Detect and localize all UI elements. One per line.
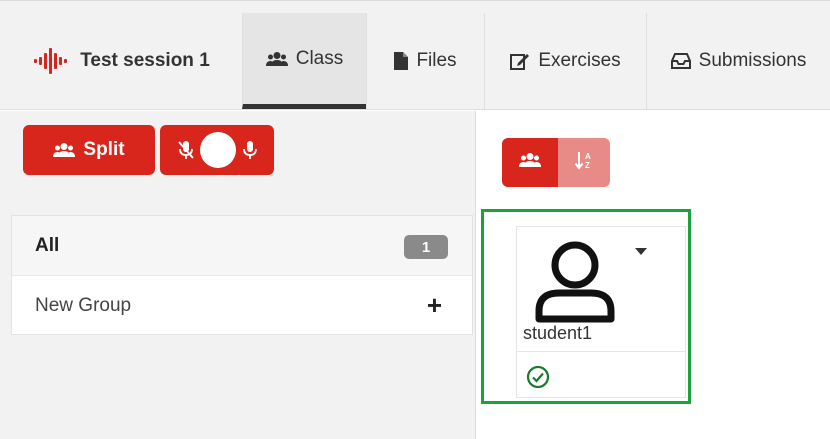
group-label: New Group: [35, 295, 132, 316]
caret-down-icon[interactable]: [635, 243, 647, 261]
users-icon: [53, 142, 76, 158]
mic-icon: [242, 140, 258, 165]
tab-exercises[interactable]: Exercises: [484, 13, 646, 109]
svg-text:Z: Z: [585, 161, 590, 170]
tab-class-label: Class: [295, 47, 344, 69]
plus-icon[interactable]: +: [427, 292, 442, 318]
edit-icon: [510, 52, 530, 70]
file-icon: [394, 52, 409, 70]
tab-submissions[interactable]: Submissions: [646, 13, 830, 109]
tab-exercises-label: Exercises: [538, 50, 621, 71]
group-row-new[interactable]: New Group +: [12, 276, 472, 336]
card-divider: [517, 351, 685, 352]
view-toggle: A Z: [502, 138, 610, 187]
tab-files[interactable]: Files: [366, 13, 484, 109]
toggle-knob[interactable]: [200, 132, 236, 168]
sort-button[interactable]: A Z: [558, 138, 610, 187]
user-avatar-icon: [529, 237, 621, 330]
group-list: All 1 New Group +: [11, 215, 473, 335]
tab-class[interactable]: Class: [242, 13, 366, 109]
count-badge: 1: [404, 235, 448, 259]
groups-panel: Split All 1 New Group +: [0, 111, 476, 439]
users-icon: [265, 51, 288, 67]
users-icon: [519, 152, 541, 173]
tab-submissions-label: Submissions: [698, 50, 807, 71]
check-circle-icon: [526, 365, 550, 394]
split-button-label: Split: [83, 139, 125, 160]
mic-off-icon: [178, 140, 194, 165]
svg-text:A: A: [585, 152, 591, 161]
group-view-button[interactable]: [502, 138, 558, 187]
student-card[interactable]: student1: [516, 226, 686, 398]
sort-alpha-icon: A Z: [574, 150, 594, 175]
session-title[interactable]: Test session 1: [0, 13, 242, 109]
student-name: student1: [523, 323, 593, 343]
audio-wave-icon: [32, 46, 72, 76]
top-nav: Test session 1 Class Files Exercises Sub…: [0, 0, 830, 110]
inbox-icon: [670, 53, 691, 69]
mic-toggle[interactable]: [160, 125, 274, 175]
group-row-all[interactable]: All 1: [12, 216, 472, 276]
group-label: All: [35, 234, 60, 256]
tab-files-label: Files: [416, 50, 457, 71]
session-title-label: Test session 1: [80, 50, 210, 71]
split-button[interactable]: Split: [23, 125, 155, 175]
